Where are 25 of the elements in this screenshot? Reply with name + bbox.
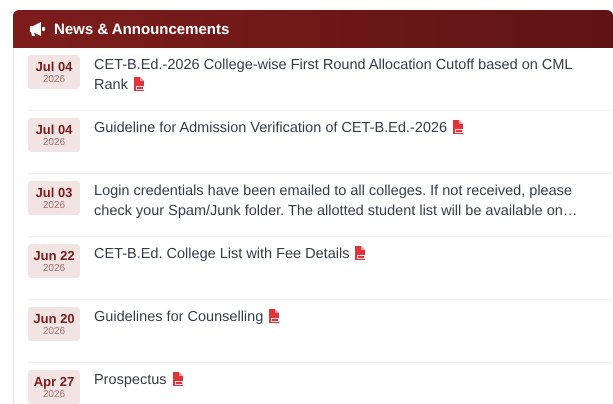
date-year: 2026 [42,262,66,274]
date-year: 2026 [42,326,66,338]
date-day: Jul 04 [36,122,72,136]
news-link[interactable]: Guidelines for Counselling [94,307,280,327]
pdf-icon[interactable] [354,246,366,260]
news-link[interactable]: Prospectus [94,370,184,390]
date-year: 2026 [42,74,66,86]
date-day: Apr 27 [34,374,74,388]
date-year: 2026 [42,136,66,148]
megaphone-icon [29,22,45,36]
date-year: 2026 [42,388,66,400]
pdf-icon[interactable] [452,120,464,134]
date-day: Jun 20 [33,310,75,326]
news-link[interactable]: CET-B.Ed.-2026 College-wise First Round Allocation Cutoff based on CML Rank [94,55,589,95]
news-link[interactable]: CET-B.Ed. College List with Fee Details [94,244,366,264]
date-day: Jul 03 [36,184,72,200]
panel-title: News & Announcements [54,20,230,38]
date-year: 2026 [42,200,66,212]
news-link[interactable]: Login credentials have been emailed to all colleges. If not received, please check your Spam/Junk folder. The allotted student list will be available on… [94,181,589,221]
date-day: Jun 22 [33,248,75,262]
pdf-icon[interactable] [172,372,184,386]
date-day: Jul 04 [36,58,72,74]
news-link[interactable]: Guideline for Admission Verification of CET-B.Ed.-2026 [94,118,464,138]
pdf-icon[interactable] [268,309,280,323]
pdf-icon[interactable] [132,77,145,91]
